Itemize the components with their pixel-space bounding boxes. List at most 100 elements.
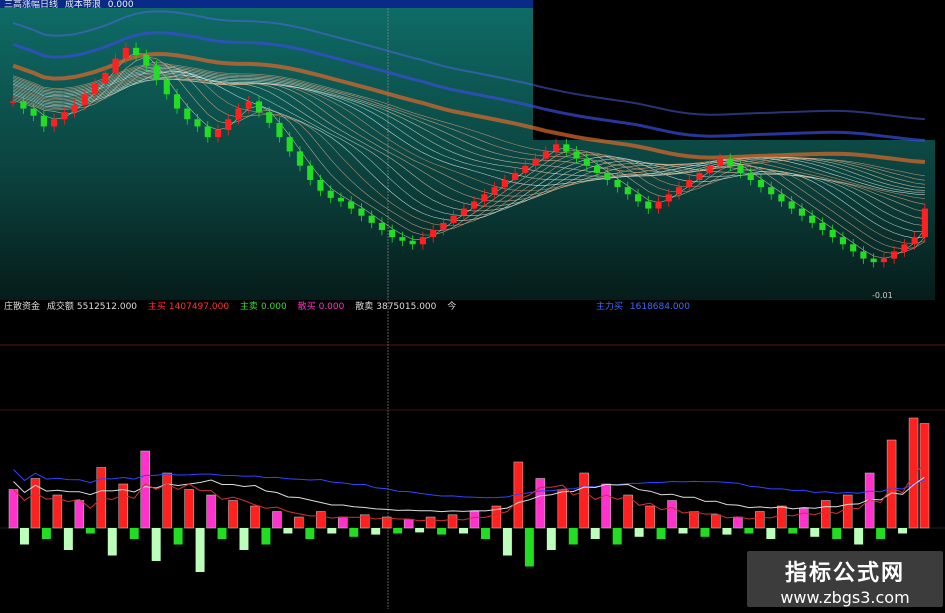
candle-body — [512, 172, 519, 180]
candle-body — [829, 230, 836, 238]
candle-body — [399, 237, 406, 241]
candle-body — [901, 244, 908, 252]
item-label-main-sell: 主卖 — [239, 302, 258, 312]
candle-body — [757, 180, 765, 188]
candle-body — [71, 105, 78, 113]
volume-bar — [184, 489, 194, 529]
candle-body — [450, 215, 457, 223]
volume-bar — [371, 528, 381, 535]
price-annotation: -0.01 — [872, 291, 893, 300]
item-label-volume: 成交额 — [46, 302, 74, 312]
chart-stage: -0.01 三高涨幅日线 成本带浪 0.000 庄散资金 成交额 5512512.… — [0, 0, 945, 609]
candle-body — [173, 94, 181, 109]
volume-average-lines — [13, 463, 925, 522]
volume-bar — [777, 505, 787, 529]
volume-bar — [623, 494, 633, 529]
item-label-retail-buy: 散买 — [297, 302, 316, 312]
volume-bar — [601, 483, 611, 529]
candle-body — [860, 251, 867, 259]
volume-bar — [217, 528, 227, 539]
volume-bar — [832, 528, 842, 539]
volume-bar — [437, 528, 447, 535]
candle-body — [389, 230, 396, 238]
volume-bar — [711, 514, 721, 529]
item-label-main-buy: 主买 — [147, 302, 166, 312]
candle-body — [768, 187, 775, 195]
volume-bar — [842, 494, 853, 529]
candle-body — [614, 180, 621, 188]
candle-body — [337, 197, 345, 202]
volume-bar — [228, 500, 238, 529]
volume-bar — [535, 478, 546, 529]
volume-bar — [173, 528, 183, 545]
volume-histogram — [8, 417, 930, 572]
item-value-retail-buy: 0.000 — [318, 302, 345, 312]
candle-body — [358, 208, 365, 216]
item-label-today: 今 — [447, 302, 457, 312]
volume-bar — [557, 489, 568, 529]
candle-body — [276, 122, 283, 138]
candle-body — [225, 119, 232, 130]
volume-bar — [733, 516, 743, 529]
volume-bar — [700, 528, 710, 537]
candle-body — [665, 194, 672, 202]
volume-bar — [568, 528, 578, 545]
volume-bar — [305, 528, 315, 539]
candle-body — [153, 65, 160, 80]
volume-bar — [634, 528, 644, 537]
candle-body — [634, 194, 642, 202]
volume-bar — [502, 528, 512, 556]
volume-bar — [272, 511, 282, 529]
indicator-subname: 成本带浪 — [64, 0, 101, 10]
volume-bar — [74, 500, 85, 529]
candle-body — [481, 194, 488, 202]
volume-bar — [744, 528, 754, 534]
candle-body — [194, 119, 201, 127]
volume-bar — [678, 528, 688, 534]
volume-bar — [459, 528, 468, 534]
volume-bar — [799, 507, 809, 529]
candle-body — [348, 201, 355, 209]
volume-bar — [480, 528, 490, 539]
candle-body — [51, 119, 58, 127]
candle-body — [307, 165, 314, 180]
candle-body — [870, 258, 877, 263]
candle-body — [163, 80, 170, 95]
item-value-retail-sell: 3875015.000 — [376, 302, 437, 312]
volume-bar — [524, 528, 534, 567]
candle-body — [419, 237, 426, 245]
volume-bar — [52, 494, 63, 529]
watermark-title: 指标公式网 — [784, 561, 905, 586]
volume-bar — [667, 500, 677, 529]
volume-bar — [546, 528, 556, 550]
volume-bar — [327, 528, 337, 534]
candle-body — [92, 83, 99, 95]
candle-body — [839, 237, 846, 245]
candle-body — [696, 172, 703, 180]
volume-bar — [854, 528, 864, 545]
volume-bar — [447, 514, 458, 529]
volume-bar — [886, 439, 897, 529]
volume-bar — [645, 505, 655, 529]
volume-bar — [195, 528, 205, 572]
volume-bar — [162, 472, 172, 529]
volume-bar — [30, 478, 41, 529]
candle-body — [204, 126, 211, 138]
candle-body — [491, 187, 498, 195]
candle-body — [778, 194, 785, 202]
indicator-name[interactable]: 三高涨幅日线 — [4, 0, 58, 10]
candle-body — [675, 187, 683, 195]
watermark-url: www.zbgs3.com — [780, 588, 910, 607]
candle-body — [102, 72, 109, 84]
volume-bar — [788, 528, 798, 534]
candle-body — [655, 201, 662, 209]
candle-body — [440, 222, 447, 230]
candle-body — [593, 165, 601, 173]
candle-body — [624, 187, 631, 195]
volume-bar — [85, 528, 95, 534]
volume-bar — [151, 528, 161, 561]
candle-body — [460, 208, 467, 216]
candle-body — [296, 151, 304, 166]
volume-panel-name[interactable]: 庄散资金 — [4, 302, 40, 312]
volume-bar — [107, 528, 117, 556]
